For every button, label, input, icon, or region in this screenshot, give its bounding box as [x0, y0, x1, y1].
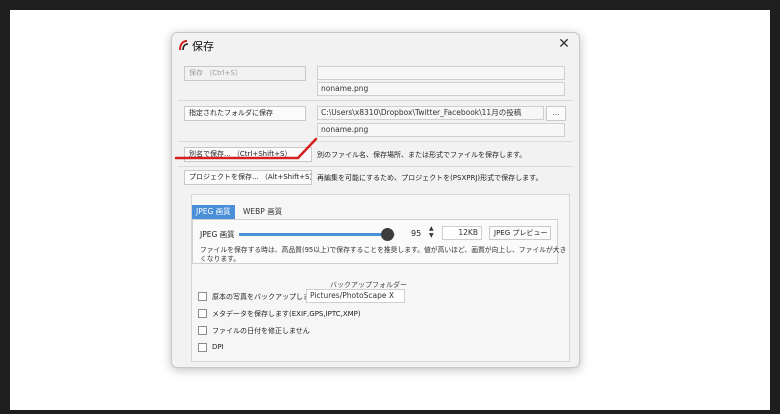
annotation-underline: [174, 137, 318, 160]
